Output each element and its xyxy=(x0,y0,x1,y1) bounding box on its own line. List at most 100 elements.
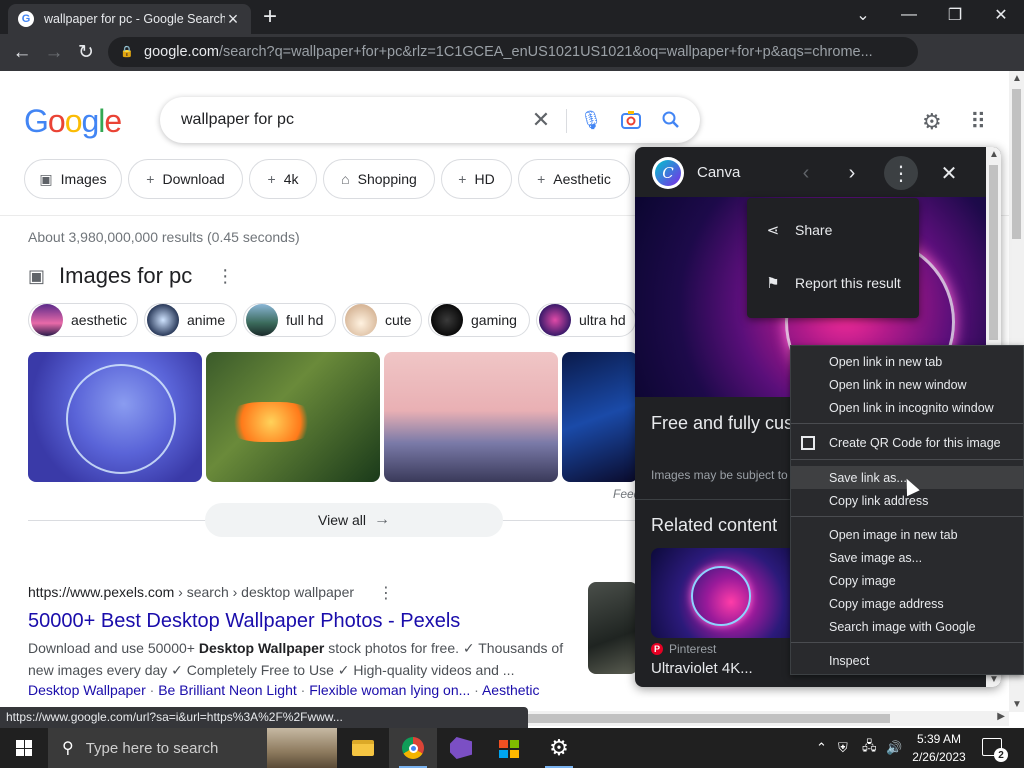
tray-chevron-icon[interactable]: ⌃ xyxy=(816,728,827,768)
ctx-open-image-new-tab[interactable]: Open image in new tab xyxy=(791,523,1023,546)
result-cite[interactable]: https://www.pexels.com › search › deskto… xyxy=(28,584,354,600)
google-apps-icon[interactable]: ⠿ xyxy=(970,109,986,135)
chrome-app[interactable] xyxy=(389,728,437,768)
back-button[interactable]: ← xyxy=(8,34,36,71)
scroll-right-icon[interactable]: ▶ xyxy=(997,711,1005,722)
pill-gaming[interactable]: gaming xyxy=(428,303,530,337)
related-title[interactable]: Ultraviolet 4K... xyxy=(651,660,753,677)
context-menu: Open link in new tab Open link in new wi… xyxy=(790,345,1024,675)
related-image[interactable] xyxy=(651,548,811,638)
reload-button[interactable]: ↻ xyxy=(72,34,100,71)
page-horizontal-scrollbar[interactable]: ▶ xyxy=(528,711,1009,726)
view-all-button[interactable]: View all → xyxy=(205,503,503,537)
scroll-thumb[interactable] xyxy=(1012,89,1021,239)
file-explorer-app[interactable] xyxy=(339,728,387,768)
pill-cute[interactable]: cute xyxy=(342,303,422,337)
scroll-up-icon[interactable]: ▲ xyxy=(1012,73,1022,84)
scroll-thumb[interactable] xyxy=(528,714,890,723)
image-ring xyxy=(66,364,176,474)
active-tab[interactable]: G wallpaper for pc - Google Search × xyxy=(8,4,251,34)
ctx-open-new-tab[interactable]: Open link in new tab xyxy=(791,350,1023,373)
result-more-icon[interactable]: ⋮ xyxy=(378,583,394,603)
address-bar[interactable]: 🔒 google.com/search?q=wallpaper+for+pc&r… xyxy=(108,37,918,67)
image-result-1[interactable] xyxy=(28,352,202,482)
qr-code-icon xyxy=(801,435,815,450)
results-count: About 3,980,000,000 results (0.45 second… xyxy=(28,229,300,245)
next-image-icon[interactable]: › xyxy=(835,157,869,189)
chip-aesthetic[interactable]: + Aesthetic xyxy=(518,159,630,199)
sitelink[interactable]: Flexible woman lying on... xyxy=(309,682,470,698)
taskbar-search-placeholder: Type here to search xyxy=(85,739,219,757)
settings-gear-icon[interactable]: ⚙ xyxy=(922,109,942,135)
ctx-inspect[interactable]: Inspect xyxy=(791,649,1023,672)
lens-camera-icon[interactable] xyxy=(620,109,642,131)
new-tab-button[interactable]: + xyxy=(258,4,282,30)
previous-image-icon[interactable]: ‹ xyxy=(789,157,823,189)
pill-anime[interactable]: anime xyxy=(144,303,237,337)
ctx-copy-image-address[interactable]: Copy image address xyxy=(791,592,1023,615)
close-window-button[interactable]: ✕ xyxy=(978,0,1024,30)
sitelink[interactable]: Be Brilliant Neon Light xyxy=(158,682,297,698)
pill-thumb xyxy=(345,304,377,336)
more-options-icon[interactable]: ⋮ xyxy=(216,266,234,287)
ctx-open-new-window[interactable]: Open link in new window xyxy=(791,373,1023,396)
search-submit-icon[interactable] xyxy=(660,109,682,131)
taskbar-search[interactable]: ⚲ Type here to search xyxy=(48,728,337,768)
menu-report[interactable]: ⚑ Report this result xyxy=(747,257,919,309)
preview-title[interactable]: Free and fully customizable desktop wall… xyxy=(651,411,811,435)
result-snippet: Download and use 50000+ Desktop Wallpape… xyxy=(28,640,564,678)
chip-shopping[interactable]: ⌂ Shopping xyxy=(323,159,435,199)
tab-search-icon[interactable]: ⌄ xyxy=(840,0,886,30)
restore-button[interactable]: ❐ xyxy=(932,0,978,30)
panel-close-icon[interactable]: ✕ xyxy=(932,157,966,189)
plus-icon: + xyxy=(458,171,467,187)
arrow-right-icon: → xyxy=(374,511,390,528)
pill-ultra-hd[interactable]: ultra hd xyxy=(536,303,636,337)
chip-4k[interactable]: +4k xyxy=(249,159,317,199)
result-title-link[interactable]: 50000+ Best Desktop Wallpaper Photos - P… xyxy=(28,610,460,633)
google-logo[interactable]: Google xyxy=(24,103,122,140)
scroll-thumb[interactable] xyxy=(989,165,998,340)
store-app[interactable] xyxy=(485,728,533,768)
browser-toolbar: ← → ↻ 🔒 google.com/search?q=wallpaper+fo… xyxy=(0,34,1024,94)
ctx-create-qr[interactable]: Create QR Code for this image xyxy=(791,431,1023,454)
tray-security-icon[interactable]: ⛨ xyxy=(838,728,848,768)
ctx-copy-image[interactable]: Copy image xyxy=(791,569,1023,592)
sitelink[interactable]: Aesthetic xyxy=(482,682,540,698)
settings-app[interactable]: ⚙ xyxy=(535,728,583,768)
image-result-3[interactable] xyxy=(384,352,558,482)
pill-thumb xyxy=(31,304,63,336)
chip-hd[interactable]: + HD xyxy=(441,159,512,199)
system-clock[interactable]: 5:39 AM 2/26/2023 xyxy=(906,730,972,766)
visual-studio-app[interactable] xyxy=(437,728,485,768)
pill-full-hd[interactable]: full hd xyxy=(243,303,336,337)
start-button[interactable] xyxy=(0,728,48,768)
sitelink[interactable]: Desktop Wallpaper xyxy=(28,682,146,698)
network-icon[interactable]: 🖧 xyxy=(862,728,877,768)
panel-source-name[interactable]: Canva xyxy=(697,164,740,181)
scroll-down-icon[interactable]: ▼ xyxy=(989,674,999,685)
scroll-up-icon[interactable]: ▲ xyxy=(989,149,999,160)
minimize-button[interactable]: — xyxy=(886,0,932,30)
panel-more-icon[interactable]: ⋮ xyxy=(884,156,918,190)
image-result-4[interactable] xyxy=(562,352,638,482)
search-box[interactable]: wallpaper for pc xyxy=(160,97,700,143)
image-result-2[interactable] xyxy=(206,352,380,482)
link-status-bar: https://www.google.com/url?sa=i&url=http… xyxy=(0,707,528,728)
volume-icon[interactable]: 🔊 xyxy=(886,728,902,768)
forward-button[interactable]: → xyxy=(40,34,68,71)
voice-search-icon[interactable]: 🎙 xyxy=(580,109,603,131)
scroll-down-icon[interactable]: ▼ xyxy=(1012,699,1022,710)
ctx-search-image-google[interactable]: Search image with Google xyxy=(791,615,1023,638)
chip-images[interactable]: ▣ Images xyxy=(24,159,122,199)
chip-download[interactable]: + Download xyxy=(128,159,243,199)
clock-date: 2/26/2023 xyxy=(912,750,966,764)
menu-share[interactable]: ⋖ Share xyxy=(747,204,919,256)
settings-gear-icon: ⚙ xyxy=(549,735,569,760)
ctx-open-incognito[interactable]: Open link in incognito window xyxy=(791,396,1023,419)
result-thumbnail[interactable] xyxy=(588,582,638,674)
ctx-save-image-as[interactable]: Save image as... xyxy=(791,546,1023,569)
tab-close-icon[interactable]: × xyxy=(225,9,241,30)
pill-aesthetic[interactable]: aesthetic xyxy=(28,303,138,337)
clear-search-icon[interactable]: ✕ xyxy=(530,107,552,132)
